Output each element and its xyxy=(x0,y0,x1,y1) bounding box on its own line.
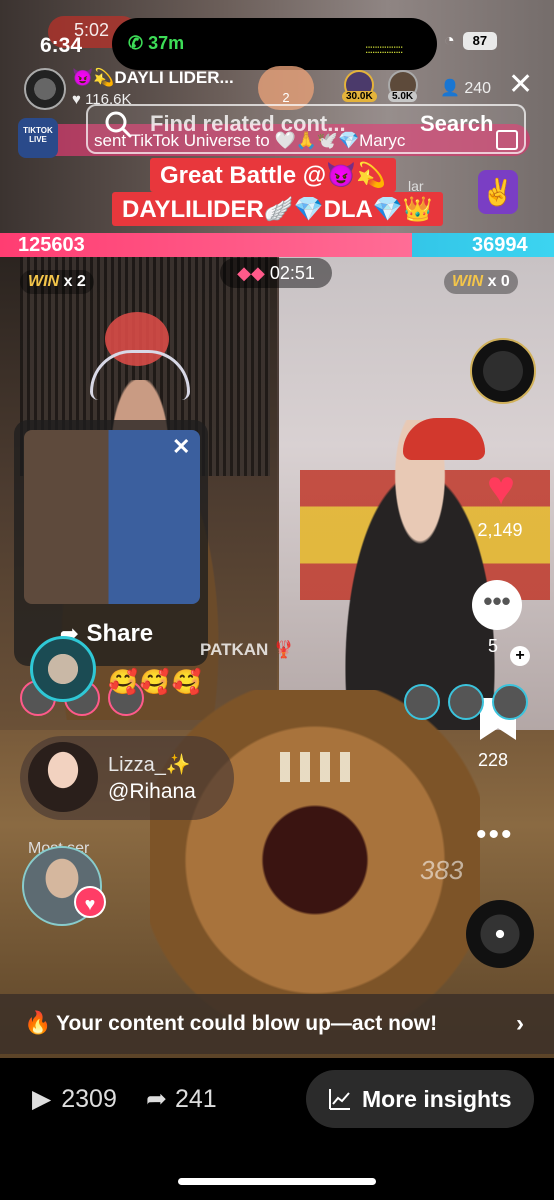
audio-wave-icon: :::::::::::::::: xyxy=(365,42,403,56)
close-icon[interactable]: ✕ xyxy=(508,70,533,100)
search-button[interactable]: Search xyxy=(420,111,493,137)
creator-avatar[interactable] xyxy=(470,338,536,404)
timer-text: 02:51 xyxy=(269,263,315,283)
heart-icon[interactable]: ♥ xyxy=(476,464,526,514)
win-count: x 2 xyxy=(63,273,86,290)
plus-icon[interactable]: + xyxy=(510,646,530,666)
phone-icon: ✆ xyxy=(128,33,149,53)
share-count: ➦ 241 xyxy=(146,1084,217,1114)
promo-text: Your content could blow up—act now! xyxy=(56,1012,438,1035)
more-insights-button[interactable]: More insights xyxy=(306,1070,534,1128)
score-left: 125603 xyxy=(18,234,85,256)
lion-teeth xyxy=(280,752,360,782)
viewer-badge: 5.0K xyxy=(388,91,418,102)
viewer-badge: 30.0K xyxy=(342,91,377,102)
play-icon: ▶ xyxy=(32,1085,52,1113)
guest-name: PATKAN 🦞 xyxy=(200,640,295,659)
tiktok-live-logo: TIKTOK LIVE xyxy=(18,118,58,158)
battery-indicator: 87 xyxy=(462,31,497,50)
share-arrow-icon: ➦ xyxy=(146,1085,167,1113)
flame-icon: 🔥 xyxy=(24,1010,52,1035)
peace-hand-icon[interactable]: ✌ xyxy=(478,170,518,214)
comment-count: 5 xyxy=(488,636,499,656)
chevron-right-icon[interactable]: › xyxy=(516,1010,524,1038)
reaction-emojis: 🥰🥰🥰 xyxy=(108,669,204,696)
more-options-icon[interactable]: ••• xyxy=(476,818,514,852)
play-count-text: 2309 xyxy=(61,1084,117,1113)
host-name[interactable]: 😈💫DAYLI LIDER... xyxy=(72,68,234,88)
person-icon: 👤 xyxy=(440,80,460,97)
sound-disc-icon[interactable] xyxy=(466,900,534,968)
guest-avatar[interactable] xyxy=(30,636,96,702)
viewer-count-text: 240 xyxy=(464,80,492,97)
battle-title-line2: DAYLILIDER🪽💎DLA💎👑 xyxy=(112,192,443,226)
play-count: ▶ 2309 xyxy=(32,1084,117,1114)
host-avatar[interactable] xyxy=(24,68,66,110)
win-label: WIN xyxy=(28,273,60,290)
viewer-count[interactable]: 👤 240 xyxy=(440,78,491,98)
search-icon xyxy=(105,111,132,138)
user-avatar[interactable] xyxy=(28,742,98,812)
win-count: x 0 xyxy=(487,273,510,290)
status-time: 6:34 xyxy=(40,34,83,57)
chart-line-icon xyxy=(329,1089,350,1110)
score-right: 36994 xyxy=(472,234,528,256)
wifi-icon: ◔ xyxy=(444,30,455,50)
close-icon[interactable]: ✕ xyxy=(172,434,190,460)
share-label: Share xyxy=(86,620,154,647)
call-duration: ✆ 37m xyxy=(128,33,184,54)
win-streak-left: WIN x 2 xyxy=(20,270,94,294)
share-count-text: 241 xyxy=(174,1084,217,1113)
win-label: WIN xyxy=(452,273,484,290)
gifter-avatars-right xyxy=(404,684,528,720)
gifter-avatar[interactable] xyxy=(404,684,440,720)
comment-icon[interactable]: ••• xyxy=(472,580,522,630)
user-display-name: Lizza_✨ xyxy=(108,754,191,776)
call-duration-text: 37m xyxy=(148,33,185,53)
like-count: 2,149 xyxy=(477,520,523,540)
bookmark-count: 228 xyxy=(478,750,509,770)
heart-badge-icon[interactable]: ♥ xyxy=(74,886,106,918)
user-handle: @Rihana xyxy=(108,780,196,803)
gifter-avatar[interactable] xyxy=(448,684,484,720)
side-text: lar xyxy=(408,178,424,194)
home-indicator[interactable] xyxy=(178,1178,376,1185)
gift-count: 2 xyxy=(282,90,290,105)
insights-label: More insights xyxy=(362,1085,512,1112)
win-streak-right: WIN x 0 xyxy=(444,270,518,294)
gifter-avatar[interactable] xyxy=(492,684,528,720)
battle-timer: ◆◆ 02:51 xyxy=(220,258,332,288)
faded-counter: 383 xyxy=(420,855,464,885)
battle-icon: ◆◆ xyxy=(237,263,265,283)
search-input[interactable]: Find related cont... xyxy=(150,111,346,137)
status-icons: ◔ 87 xyxy=(444,30,497,51)
battle-title-line1: Great Battle @😈💫 xyxy=(150,158,396,192)
